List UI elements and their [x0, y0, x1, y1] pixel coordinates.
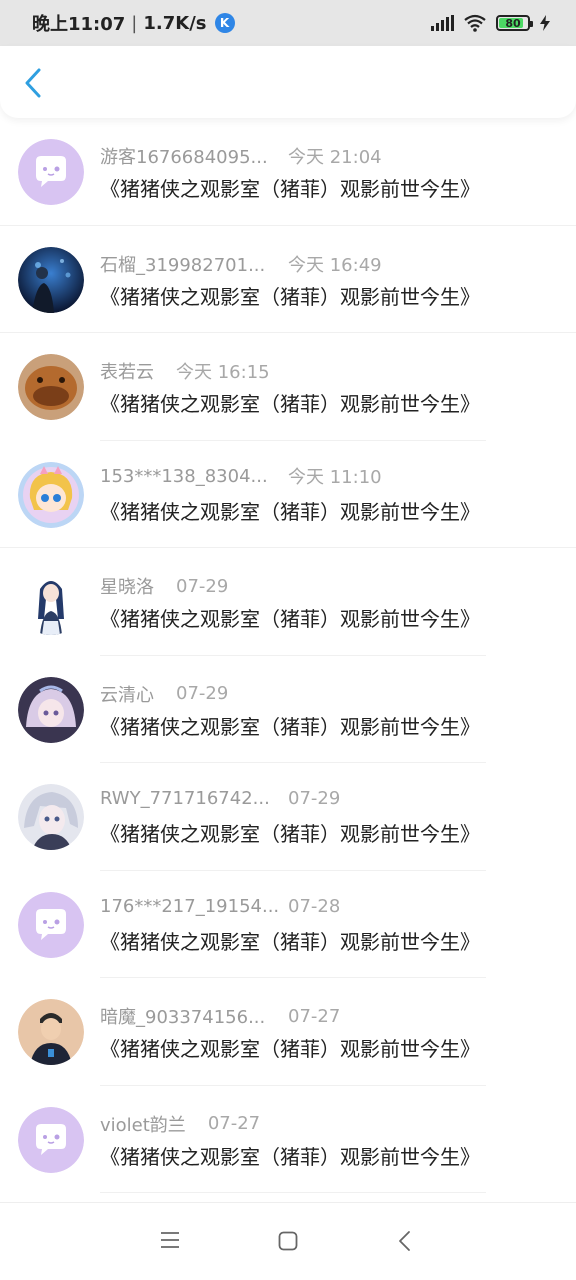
- network-speed: 1.7K/s: [143, 12, 207, 34]
- photo-avatar-anime-girl-blonde: [18, 461, 84, 528]
- item-title: 《猪猪侠之观影室（猪菲）观影前世今生》: [100, 392, 480, 416]
- photo-avatar-anime-silver-hair: [18, 784, 84, 850]
- system-back-button[interactable]: [398, 1230, 412, 1256]
- timestamp: 今天 16:49: [288, 254, 382, 276]
- home-button[interactable]: [278, 1231, 298, 1255]
- back-button[interactable]: [18, 66, 48, 100]
- user-name: 暗魔_903374156...: [100, 1007, 266, 1028]
- timestamp: 07-28: [288, 895, 341, 917]
- item-meta: 表若云 今天 16:15: [100, 358, 270, 384]
- back-chevron-icon: [399, 1231, 410, 1251]
- list-item[interactable]: RWY_771716742... 07-29 《猪猪侠之观影室（猪菲）观影前世今…: [0, 763, 576, 871]
- photo-avatar-boy: [18, 999, 84, 1065]
- item-meta: 云清心 07-29: [100, 681, 228, 707]
- history-list: 游客1676684095... 今天 21:04 《猪猪侠之观影室（猪菲）观影前…: [0, 118, 576, 1193]
- charging-icon: [540, 15, 550, 31]
- menu-icon: [161, 1232, 179, 1248]
- item-meta: 176***217_19154... 07-28: [100, 895, 340, 917]
- list-item[interactable]: 游客1676684095... 今天 21:04 《猪猪侠之观影室（猪菲）观影前…: [0, 118, 576, 226]
- photo-avatar-stage: [18, 246, 84, 313]
- timestamp: 今天 11:10: [288, 467, 382, 488]
- default-chat-avatar: [18, 139, 84, 205]
- divider: [100, 1192, 486, 1193]
- system-nav-bar: [0, 1202, 576, 1280]
- item-title: 《猪猪侠之观影室（猪菲）观影前世今生》: [100, 499, 480, 524]
- list-item[interactable]: 云清心 07-29 《猪猪侠之观影室（猪菲）观影前世今生》: [0, 656, 576, 763]
- timestamp: 今天 16:15: [176, 362, 270, 383]
- timestamp: 07-29: [288, 788, 341, 809]
- status-separator: |: [131, 12, 138, 34]
- photo-avatar-platypus: [18, 354, 84, 420]
- status-time: 晚上11:07: [32, 14, 126, 35]
- battery-icon: 80: [496, 15, 533, 31]
- item-title: 《猪猪侠之观影室（猪菲）观影前世今生》: [100, 1037, 480, 1061]
- item-meta: 石榴_319982701... 今天 16:49: [100, 251, 382, 277]
- list-item[interactable]: 星晓洛 07-29 《猪猪侠之观影室（猪菲）观影前世今生》: [0, 548, 576, 656]
- item-meta: 游客1676684095... 今天 21:04: [100, 143, 382, 169]
- home-square-icon: [278, 1231, 298, 1251]
- user-name: violet韵兰: [100, 1114, 186, 1136]
- photo-avatar-anime-girl-dark-hair: [18, 569, 84, 635]
- app-notification-icon: K: [214, 13, 235, 33]
- chevron-left-icon: [25, 68, 41, 98]
- timestamp: 07-29: [176, 683, 229, 704]
- menu-button[interactable]: [160, 1231, 180, 1253]
- user-name: 星晓洛: [100, 577, 154, 598]
- item-title: 《猪猪侠之观影室（猪菲）观影前世今生》: [100, 607, 480, 631]
- item-meta: RWY_771716742... 07-29: [100, 788, 340, 809]
- signal-icon: [431, 15, 454, 31]
- item-title: 《猪猪侠之观影室（猪菲）观影前世今生》: [100, 1144, 480, 1169]
- timestamp: 07-29: [176, 575, 229, 597]
- user-name: 石榴_319982701...: [100, 254, 266, 276]
- item-title: 《猪猪侠之观影室（猪菲）观影前世今生》: [100, 929, 480, 954]
- item-title: 《猪猪侠之观影室（猪菲）观影前世今生》: [100, 822, 480, 846]
- user-name: 云清心: [100, 684, 154, 706]
- status-left: 晚上11:07 | 1.7K/s K: [32, 10, 235, 36]
- battery-level: 80: [505, 16, 521, 30]
- status-bar: 晚上11:07 | 1.7K/s K 80: [0, 0, 576, 46]
- list-item[interactable]: 表若云 今天 16:15 《猪猪侠之观影室（猪菲）观影前世今生》: [0, 333, 576, 441]
- wifi-icon: [464, 14, 486, 32]
- list-item[interactable]: 176***217_19154... 07-28 《猪猪侠之观影室（猪菲）观影前…: [0, 871, 576, 978]
- item-title: 《猪猪侠之观影室（猪菲）观影前世今生》: [100, 284, 480, 309]
- timestamp: 07-27: [288, 1005, 341, 1027]
- list-item[interactable]: 石榴_319982701... 今天 16:49 《猪猪侠之观影室（猪菲）观影前…: [0, 226, 576, 333]
- item-title: 《猪猪侠之观影室（猪菲）观影前世今生》: [100, 714, 480, 739]
- user-name: 153***138_8304...: [100, 465, 268, 487]
- timestamp: 今天 21:04: [288, 147, 382, 168]
- top-nav-bar: [0, 46, 576, 118]
- default-chat-avatar: [18, 891, 84, 958]
- item-title: 《猪猪侠之观影室（猪菲）观影前世今生》: [100, 177, 480, 201]
- item-meta: 暗魔_903374156... 07-27: [100, 1003, 340, 1029]
- user-name: 表若云: [100, 362, 154, 383]
- user-name: RWY_771716742...: [100, 788, 270, 809]
- default-chat-avatar: [18, 1106, 84, 1173]
- list-item[interactable]: violet韵兰 07-27 《猪猪侠之观影室（猪菲）观影前世今生》: [0, 1086, 576, 1193]
- photo-avatar-anime-princess: [18, 676, 84, 743]
- list-item[interactable]: 153***138_8304... 今天 11:10 《猪猪侠之观影室（猪菲）观…: [0, 441, 576, 548]
- status-right: 80: [431, 14, 550, 32]
- timestamp: 07-27: [207, 1113, 261, 1134]
- user-name: 176***217_19154...: [100, 895, 280, 917]
- list-item[interactable]: 暗魔_903374156... 07-27 《猪猪侠之观影室（猪菲）观影前世今生…: [0, 978, 576, 1086]
- item-meta: 153***138_8304... 今天 11:10: [100, 465, 382, 489]
- item-meta: violet韵兰 07-27: [100, 1111, 260, 1137]
- item-meta: 星晓洛 07-29: [100, 573, 228, 599]
- user-name: 游客1676684095...: [100, 147, 268, 168]
